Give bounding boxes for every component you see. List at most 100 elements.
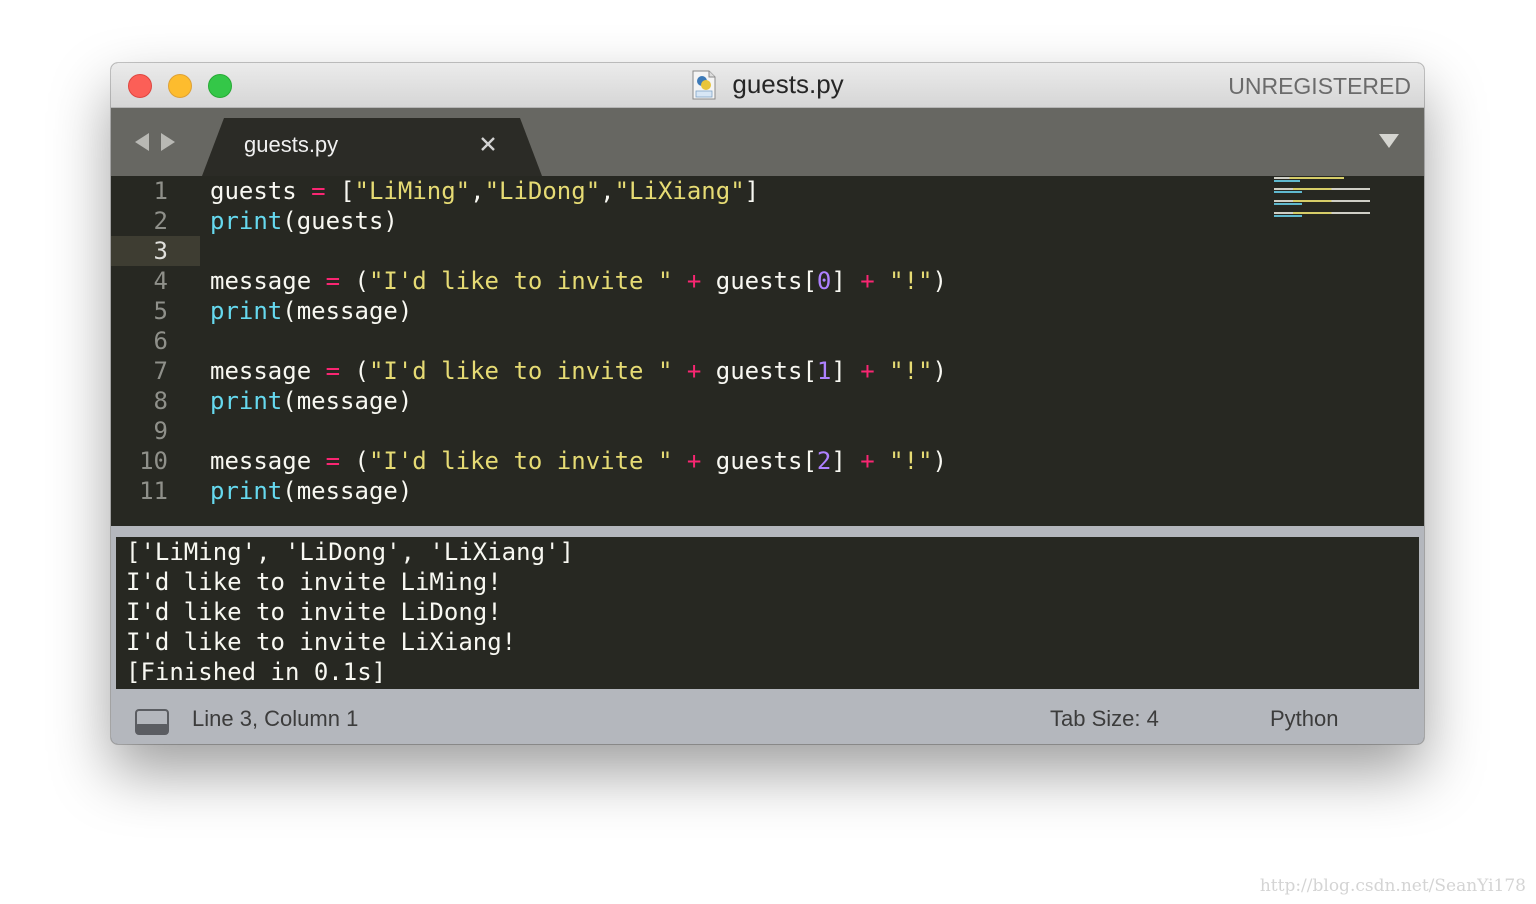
line-number: 2 [153,207,168,235]
output-frame-right [1419,537,1424,689]
code-token: ] [831,267,861,295]
syntax-selector[interactable]: Python [1270,706,1339,732]
code-line[interactable]: message = ("I'd like to invite " + guest… [210,266,947,296]
line-number: 4 [153,267,168,295]
code-token: print [210,297,283,325]
minimap-line [1274,177,1344,179]
unregistered-label: UNREGISTERED [1228,73,1411,99]
code-editor[interactable]: 1 2 3 4 5 6 7 8 9 10 11 guests = ["LiMing","LiDong… [111,176,1424,526]
code-line[interactable]: print(message) [210,296,412,326]
code-token: "I'd like to invite " [368,357,673,385]
output-line: I'd like to invite LiMing! [126,568,502,596]
line-number: 8 [153,387,168,415]
code-token: "!" [889,447,933,475]
code-token: ) [932,357,947,385]
code-token: ] [831,447,861,475]
line-number: 5 [153,297,168,325]
arrow-left-icon[interactable] [135,133,149,151]
tab-navigation [133,130,179,154]
arrow-right-icon[interactable] [161,133,175,151]
code-token: (guests) [282,207,398,235]
code-token: "!" [889,267,933,295]
code-token: message [210,447,326,475]
python-file-icon [691,70,717,100]
line-number-gutter: 1 2 3 4 5 6 7 8 9 10 11 [111,176,199,526]
line-number: 7 [153,357,168,385]
minimap-line [1274,180,1300,182]
code-token: + [860,447,875,475]
cursor-position[interactable]: Line 3, Column 1 [192,706,358,732]
output-panel-divider[interactable] [111,526,1424,537]
code-line[interactable]: print(message) [210,476,412,506]
code-token: [ [325,177,355,205]
code-line[interactable]: message = ("I'd like to invite " + guest… [210,446,947,476]
code-token: = [325,447,341,475]
tab-size-selector[interactable]: Tab Size: 4 [1050,706,1159,732]
panel-icon[interactable] [135,709,169,735]
code-token: 1 [816,357,832,385]
minimap-line [1274,203,1302,205]
code-line[interactable]: print(message) [210,386,412,416]
line-number: 11 [139,477,168,505]
line-number: 10 [139,447,168,475]
code-token: "LiXiang" [614,177,745,205]
window-title: guests.py [732,69,844,99]
triangle-down-icon[interactable] [1378,133,1400,153]
code-token: + [860,357,875,385]
line-number: 3 [153,237,168,265]
code-token: = [325,267,341,295]
code-token: , [600,177,615,205]
code-token: message [210,267,326,295]
title-bar[interactable]: guests.py UNREGISTERED [111,63,1424,108]
code-token: 0 [816,267,832,295]
code-area[interactable]: guests = ["LiMing","LiDong","LiXiang"] pr… [210,176,1264,526]
code-token: "!" [889,357,933,385]
tab-label: guests.py [244,132,339,157]
code-token: ] [744,177,760,205]
output-line: ['LiMing', 'LiDong', 'LiXiang'] [126,538,574,566]
code-token: "I'd like to invite " [368,447,673,475]
tab-bar: guests.py [111,108,1424,176]
code-line[interactable]: message = ("I'd like to invite " + guest… [210,356,947,386]
code-token: 2 [816,447,832,475]
code-token: guests[ [701,447,817,475]
code-token: = [311,177,326,205]
status-bar: Line 3, Column 1 Tab Size: 4 Python [111,689,1424,744]
tab-guests-py[interactable]: guests.py [202,118,542,176]
code-token: ) [932,447,947,475]
code-token: print [210,207,283,235]
editor-window: guests.py UNREGISTERED guests.py 1234567… [111,63,1424,744]
code-token: (message) [282,477,413,505]
minimap-line [1274,215,1302,217]
build-output-panel[interactable]: ['LiMing', 'LiDong', 'LiXiang'] I'd like… [116,537,1419,689]
code-token: ] [831,357,861,385]
code-token: guests [210,177,297,205]
code-line[interactable]: guests = ["LiMing","LiDong","LiXiang"] [210,176,759,206]
code-token: print [210,477,283,505]
code-line[interactable]: print(guests) [210,206,398,236]
line-number: 1 [153,177,168,205]
code-token: (message) [282,297,413,325]
code-token: guests[ [701,267,817,295]
code-token: + [686,447,702,475]
output-line: I'd like to invite LiXiang! [126,628,517,656]
code-token: print [210,387,283,415]
code-token: message [210,357,326,385]
code-token: "LiMing" [354,177,471,205]
code-token: "I'd like to invite " [368,267,673,295]
code-token: + [860,267,875,295]
code-token: ( [340,267,369,295]
code-token: (message) [282,387,413,415]
minimap-line [1274,200,1370,202]
minimap-line [1274,212,1370,214]
output-line: [Finished in 0.1s] [126,658,387,686]
close-icon[interactable] [477,134,499,156]
minimap[interactable] [1274,176,1384,224]
code-token: + [686,267,702,295]
